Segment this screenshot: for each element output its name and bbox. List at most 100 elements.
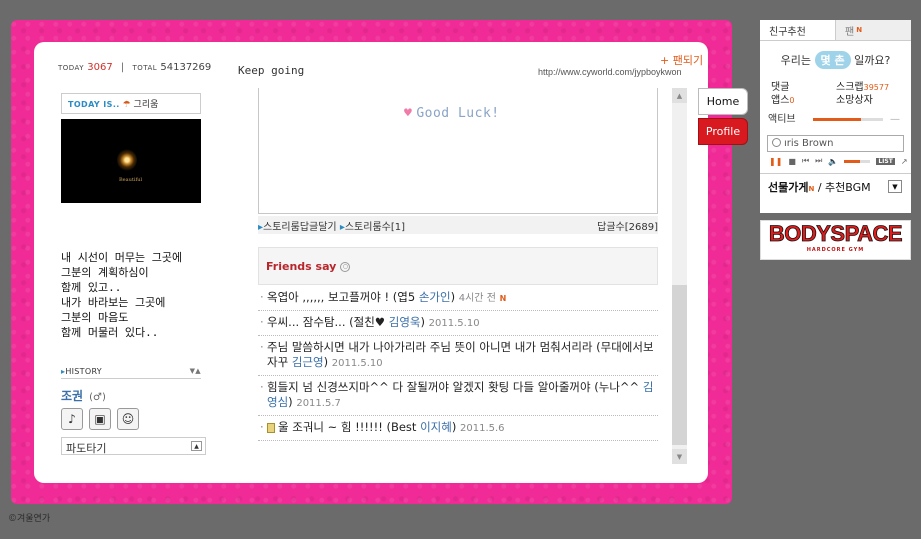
active-dash: — xyxy=(890,114,900,125)
playlist-button[interactable]: LIST xyxy=(876,157,895,165)
chevron-up-icon[interactable]: ▲ xyxy=(191,441,202,451)
bgm-player: ❚❚ ■ ⏮ ⏭ 🔈 LIST ↗ xyxy=(769,156,911,166)
minimi-icon[interactable]: ☺ xyxy=(117,408,139,430)
tab-fan-label: 팬 xyxy=(845,26,855,38)
tab-profile[interactable]: Profile xyxy=(698,118,748,145)
bgm-title-box[interactable]: ıris Brown xyxy=(767,135,904,152)
firework-glow xyxy=(117,149,137,171)
message-close: ) xyxy=(450,290,456,304)
next-icon[interactable]: ⏭ xyxy=(815,156,822,166)
active-label: 액티브 xyxy=(768,114,796,125)
emoticon-icon xyxy=(267,422,275,433)
active-bar xyxy=(813,118,883,121)
message-date: 2011.5.7 xyxy=(296,398,341,409)
today-count: 3067 xyxy=(87,62,113,73)
signature: ©겨울연가 xyxy=(8,514,51,524)
active-meter: 액티브 — xyxy=(760,110,911,128)
new-badge: N xyxy=(808,185,815,193)
ilchon-question[interactable]: 우리는 몇 촌 일까요? xyxy=(760,51,911,69)
friends-say-title: Friends say xyxy=(266,260,337,273)
chevron-down-icon[interactable]: ▼ xyxy=(888,180,902,193)
tab-fan[interactable]: 팬N xyxy=(836,20,911,40)
divider xyxy=(61,378,201,379)
reply-count: 답글수[2689] xyxy=(597,222,658,233)
pado-dropdown[interactable]: 파도타기 ▲ xyxy=(61,437,206,455)
message-close: ) xyxy=(323,355,329,369)
friends-say-header: Friends say ○ xyxy=(258,247,658,285)
history-label: HISTORY xyxy=(65,367,102,376)
visitor-counter: TODAY 3067 | TOTAL 54137269 xyxy=(58,62,211,73)
today-is-label: TODAY IS.. xyxy=(68,100,120,109)
volume-icon[interactable]: 🔈 xyxy=(828,157,838,166)
good-luck-text: Good Luck! xyxy=(416,106,500,121)
tab-friend-recommend-label: 친구추천 xyxy=(769,26,806,38)
info-icon[interactable]: ○ xyxy=(340,262,351,272)
ilchon-suffix: 일까요? xyxy=(854,54,891,67)
prev-icon[interactable]: ⏮ xyxy=(802,156,809,166)
message-text: 우씨... 잠수탐... (절친♥ xyxy=(267,315,389,329)
scroll-thumb[interactable] xyxy=(672,285,687,445)
list-item: 주님 말씀하시면 내가 나아가리라 주님 뜻이 아니면 내가 멈춰서리라 (무대… xyxy=(258,336,658,376)
stat-label: 소망상자 xyxy=(836,95,873,106)
stat-value: 39577 xyxy=(863,83,890,92)
volume-fill xyxy=(844,159,860,163)
author-link[interactable]: 김영욱 xyxy=(389,315,421,329)
friends-say-list: 옥엽아 ,,,,,, 보고플꺼야 ! (엽5 손가인) 4시간 전 N우씨...… xyxy=(258,286,658,441)
list-item: 옥엽아 ,,,,,, 보고플꺼야 ! (엽5 손가인) 4시간 전 N xyxy=(258,286,658,311)
stat-comments[interactable]: 댓글 xyxy=(771,81,836,94)
history-header[interactable]: ▸HISTORY ▼▲ xyxy=(61,367,201,376)
stat-apps[interactable]: 앱스0 xyxy=(771,94,836,107)
message-close: ) xyxy=(288,395,293,409)
total-count: 54137269 xyxy=(160,62,212,73)
pause-icon[interactable]: ❚❚ xyxy=(769,157,782,166)
homepage-url[interactable]: http://www.cyworld.com/jypboykwon xyxy=(538,67,682,77)
storyroom-count-link[interactable]: 스토리룸수[1] xyxy=(345,222,405,233)
stat-scrap[interactable]: 스크랩39577 xyxy=(836,81,901,94)
history-toggle-icon[interactable]: ▼▲ xyxy=(190,367,201,375)
active-bar-fill xyxy=(813,118,861,121)
message-date: 2011.5.10 xyxy=(428,318,480,329)
author-link[interactable]: 이지혜 xyxy=(420,420,452,434)
disc-icon xyxy=(772,138,781,147)
stop-icon[interactable]: ■ xyxy=(788,157,796,166)
good-luck-image: ♥ Good Luck! xyxy=(404,106,500,121)
new-badge: N xyxy=(856,26,863,34)
counter-separator: | xyxy=(120,62,125,73)
tab-home[interactable]: Home xyxy=(698,88,748,115)
scroll-down-icon[interactable]: ▼ xyxy=(672,449,687,464)
gift-shop-row: 선물가게N / 추천BGM ▼ xyxy=(760,173,911,195)
stat-label: 댓글 xyxy=(771,82,790,93)
author-link[interactable]: 김근영 xyxy=(292,355,324,369)
message-text: 울 조궈니 ~ 힘 !!!!!! (Best xyxy=(278,420,421,434)
gender-symbol: (♂) xyxy=(89,392,106,403)
message-date: 4시간 전 xyxy=(458,293,496,304)
gift-shop-link[interactable]: 선물가게 xyxy=(768,181,808,194)
pado-label: 파도타기 xyxy=(66,442,107,455)
radio-icon[interactable]: ▣ xyxy=(89,408,111,430)
recommend-bgm-link[interactable]: / 추천BGM xyxy=(818,181,871,194)
stat-wishbox[interactable]: 소망상자 xyxy=(836,94,901,107)
popup-icon[interactable]: ↗ xyxy=(901,157,908,166)
list-item: 울 조궈니 ~ 힘 !!!!!! (Best 이지혜) 2011.5.6 xyxy=(258,416,658,441)
right-panel-tabs: 친구추천 팬N xyxy=(760,20,911,41)
bodyspace-banner[interactable]: BODYSPACE HARDCORE GYM xyxy=(760,220,911,260)
today-is-box: TODAY IS.. ☂ 그리움 xyxy=(61,93,201,114)
storyroom-bar: ▸스토리룸답글달기 ▸스토리룸수[1] 답글수[2689] xyxy=(258,216,658,234)
tab-friend-recommend[interactable]: 친구추천 xyxy=(760,20,836,40)
list-item: 힘들지 넘 신경쓰지마^^ 다 잘될꺼야 알겠지 홧팅 다들 알아줄꺼야 (누나… xyxy=(258,376,658,416)
umbrella-icon: ☂ xyxy=(122,100,131,110)
become-fan-link[interactable]: + 팬되기 xyxy=(660,52,703,68)
owner-name[interactable]: 조권 (♂) xyxy=(61,387,106,404)
banner-subtitle: HARDCORE GYM xyxy=(806,247,865,253)
banner-title: BODYSPACE xyxy=(768,221,903,246)
scroll-up-icon[interactable]: ▲ xyxy=(672,88,687,103)
storyroom-reply-link[interactable]: 스토리룸답글달기 xyxy=(263,222,337,233)
today-label: TODAY xyxy=(58,64,85,72)
photo-caption: Beautiful xyxy=(119,177,143,183)
volume-slider[interactable] xyxy=(844,159,871,163)
scrollbar[interactable]: ▲ ▼ xyxy=(672,88,687,464)
music-icon[interactable]: ♪ xyxy=(61,408,83,430)
list-item: 우씨... 잠수탐... (절친♥ 김영욱) 2011.5.10 xyxy=(258,311,658,336)
stats-grid: 댓글 스크랩39577 앱스0 소망상자 xyxy=(760,69,911,107)
author-link[interactable]: 손가인 xyxy=(419,290,451,304)
